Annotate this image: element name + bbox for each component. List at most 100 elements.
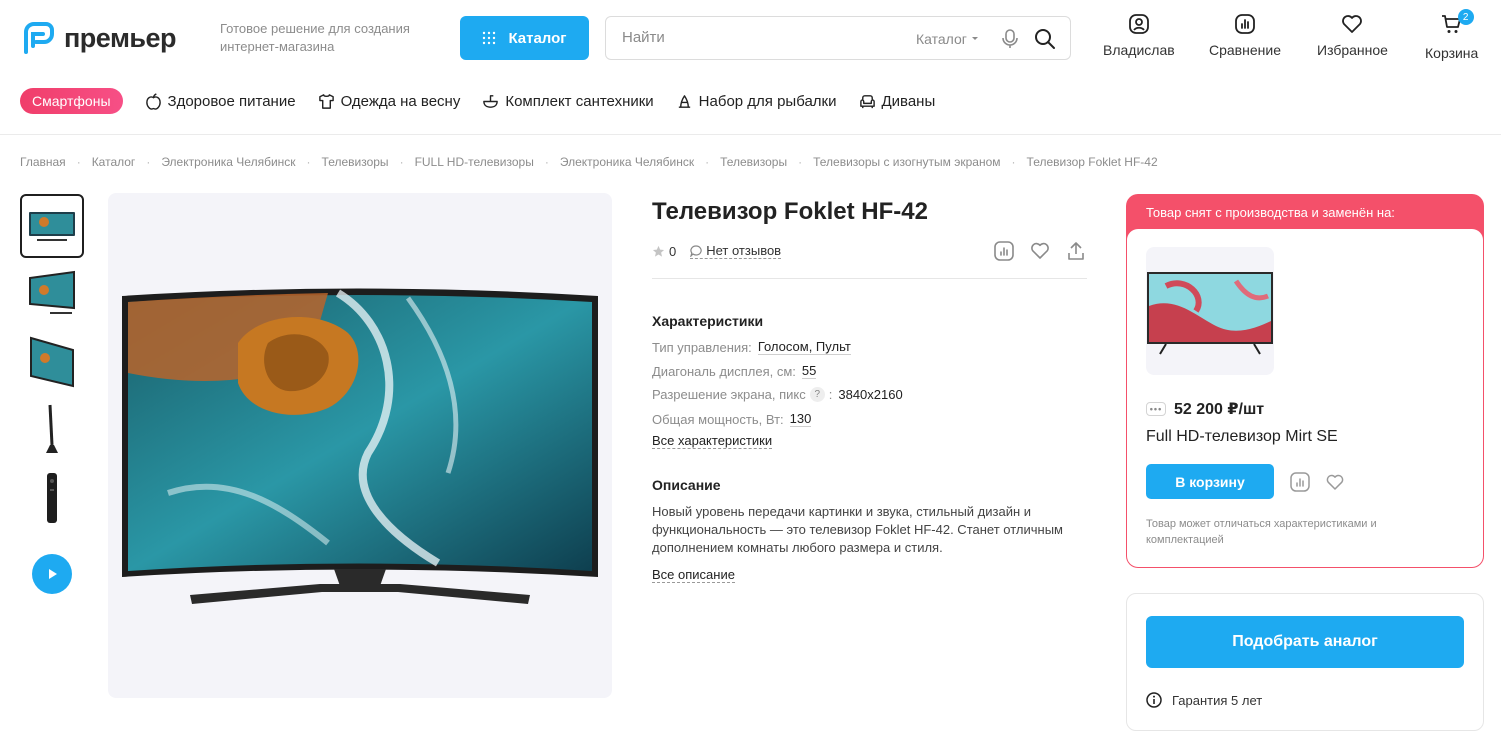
- category-smartphones[interactable]: Смартфоны: [20, 88, 123, 114]
- breadcrumb: Главная · Каталог · Электроника Челябинск ·…: [20, 155, 1158, 169]
- tv-tilt-thumbnail: [30, 336, 74, 388]
- breadcrumb-item[interactable]: Телевизоры: [322, 155, 389, 169]
- replacement-price: 52 200 ₽/шт: [1174, 401, 1265, 418]
- category-label: Смартфоны: [32, 93, 111, 109]
- favorite-product-icon[interactable]: [1029, 240, 1051, 262]
- share-icon[interactable]: [1065, 240, 1087, 262]
- slogan: Готовое решение для создания интернет-ма…: [220, 21, 410, 54]
- all-description-link[interactable]: Все описание: [652, 567, 735, 583]
- breadcrumb-item[interactable]: Телевизоры: [720, 155, 787, 169]
- breadcrumb-separator: ·: [1011, 155, 1016, 169]
- reviews-link[interactable]: Нет отзывов: [690, 243, 782, 259]
- breadcrumb-separator: ·: [544, 155, 549, 169]
- microphone-icon[interactable]: [1000, 28, 1020, 50]
- video-play-button[interactable]: [32, 554, 72, 594]
- favorites-button[interactable]: Избранное: [1317, 12, 1388, 58]
- search-category-select[interactable]: Каталог: [916, 31, 979, 47]
- add-to-cart-label: В корзину: [1175, 473, 1245, 490]
- thumbnail-side-angle[interactable]: [20, 261, 84, 325]
- sofa-icon: [859, 94, 875, 108]
- category-label: Диваны: [881, 92, 936, 110]
- category-spring-clothes[interactable]: Одежда на весну: [318, 92, 461, 110]
- replacement-tv-image: [1147, 272, 1273, 355]
- cart-button[interactable]: 2 Корзина: [1425, 9, 1479, 61]
- sink-icon: [483, 94, 499, 108]
- spec-value: 3840x2160: [838, 387, 903, 402]
- spec-name: Разрешение экрана, пикс: [652, 387, 806, 402]
- category-healthy-food[interactable]: Здоровое питание: [145, 93, 296, 110]
- favorites-label: Избранное: [1317, 42, 1388, 58]
- category-label: Комплект сантехники: [505, 92, 654, 110]
- all-specs-link[interactable]: Все характеристики: [652, 433, 773, 449]
- warranty-label: Гарантия 5 лет: [1172, 692, 1263, 708]
- tv-profile-thumbnail: [46, 404, 58, 453]
- caret-down-icon: [971, 37, 978, 40]
- spec-value[interactable]: Голосом, Пульт: [757, 339, 851, 355]
- spec-value[interactable]: 130: [789, 411, 812, 427]
- breadcrumb-item[interactable]: Электроника Челябинск: [560, 155, 694, 169]
- logo[interactable]: премьер: [20, 22, 177, 54]
- info-divider: [652, 278, 1087, 279]
- category-fishing[interactable]: Набор для рыбалки: [676, 93, 837, 110]
- category-label: Одежда на весну: [340, 92, 461, 110]
- replacement-card: Товар снят с производства и заменён на: …: [1126, 194, 1484, 568]
- star-icon: [652, 245, 665, 257]
- analog-card: Подобрать аналог Гарантия 5 лет: [1126, 593, 1484, 731]
- replacement-compare-icon[interactable]: [1290, 472, 1310, 492]
- category-label: Здоровое питание: [167, 92, 296, 110]
- more-icon[interactable]: •••: [1146, 402, 1166, 416]
- breadcrumb-item[interactable]: Главная: [20, 155, 66, 169]
- warranty-info: Гарантия 5 лет: [1146, 692, 1262, 708]
- spec-value[interactable]: 55: [801, 363, 817, 379]
- search-category-label: Каталог: [916, 31, 967, 47]
- catalog-button[interactable]: Каталог: [460, 16, 589, 60]
- rating-value: 0: [669, 243, 677, 259]
- replacement-name[interactable]: Full HD-телевизор Mirt SE: [1146, 428, 1338, 446]
- spec-row: Разрешение экрана, пикс ? : 3840x2160: [652, 387, 903, 402]
- logo-icon: [24, 22, 54, 54]
- profile-button[interactable]: Владислав: [1103, 12, 1175, 58]
- breadcrumb-separator: ·: [76, 155, 81, 169]
- compare-button[interactable]: Сравнение: [1209, 12, 1281, 58]
- replacement-header: Товар снят с производства и заменён на:: [1146, 205, 1395, 220]
- find-analog-button[interactable]: Подобрать аналог: [1146, 616, 1464, 668]
- category-plumbing[interactable]: Комплект сантехники: [482, 92, 654, 110]
- thumbnail-remote[interactable]: [20, 465, 84, 529]
- breadcrumb-item[interactable]: Телевизоры с изогнутым экраном: [813, 155, 1000, 169]
- catalog-button-label: Каталог: [508, 29, 567, 47]
- breadcrumb-item[interactable]: FULL HD-телевизоры: [415, 155, 534, 169]
- spec-row: Тип управления: Голосом, Пульт: [652, 339, 851, 355]
- breadcrumb-separator: ·: [798, 155, 803, 169]
- add-to-cart-button[interactable]: В корзину: [1146, 464, 1274, 499]
- thumbnail-profile[interactable]: [20, 397, 84, 461]
- compare-product-icon[interactable]: [993, 240, 1015, 262]
- search-icon[interactable]: [1034, 28, 1056, 50]
- thumbnail-front[interactable]: [20, 194, 84, 258]
- breadcrumb-separator: ·: [705, 155, 710, 169]
- fishing-icon: [678, 94, 690, 108]
- help-icon[interactable]: ?: [809, 387, 825, 402]
- thumbnail-other-angle[interactable]: [20, 329, 84, 393]
- tv-product-image: [122, 288, 598, 604]
- breadcrumb-item[interactable]: Электроника Челябинск: [161, 155, 295, 169]
- product-main-image[interactable]: [108, 193, 612, 698]
- category-sofas[interactable]: Диваны: [859, 92, 936, 110]
- breadcrumb-item[interactable]: Каталог: [92, 155, 136, 169]
- replacement-image[interactable]: [1146, 247, 1274, 375]
- reviews-label: Нет отзывов: [706, 243, 782, 258]
- grid-icon: [483, 31, 496, 45]
- find-analog-label: Подобрать аналог: [1232, 633, 1378, 650]
- specs-title: Характеристики: [652, 313, 764, 329]
- category-nav: Смартфоны Здоровое питание Одежда на вес…: [20, 88, 957, 114]
- spec-name: Общая мощность, Вт:: [652, 411, 784, 427]
- category-label: Набор для рыбалки: [698, 92, 837, 110]
- search-input[interactable]: [622, 29, 892, 46]
- replacement-price-row: ••• 52 200 ₽/шт: [1146, 399, 1264, 419]
- cart-count-badge: 2: [1457, 9, 1474, 25]
- replacement-favorite-icon[interactable]: [1325, 472, 1345, 492]
- cart-label: Корзина: [1425, 45, 1479, 61]
- product-meta: 0 Нет отзывов: [652, 243, 782, 259]
- spec-name: Диагональ дисплея, см:: [652, 363, 796, 379]
- tv-angle-thumbnail: [29, 270, 75, 314]
- remote-thumbnail: [47, 473, 57, 523]
